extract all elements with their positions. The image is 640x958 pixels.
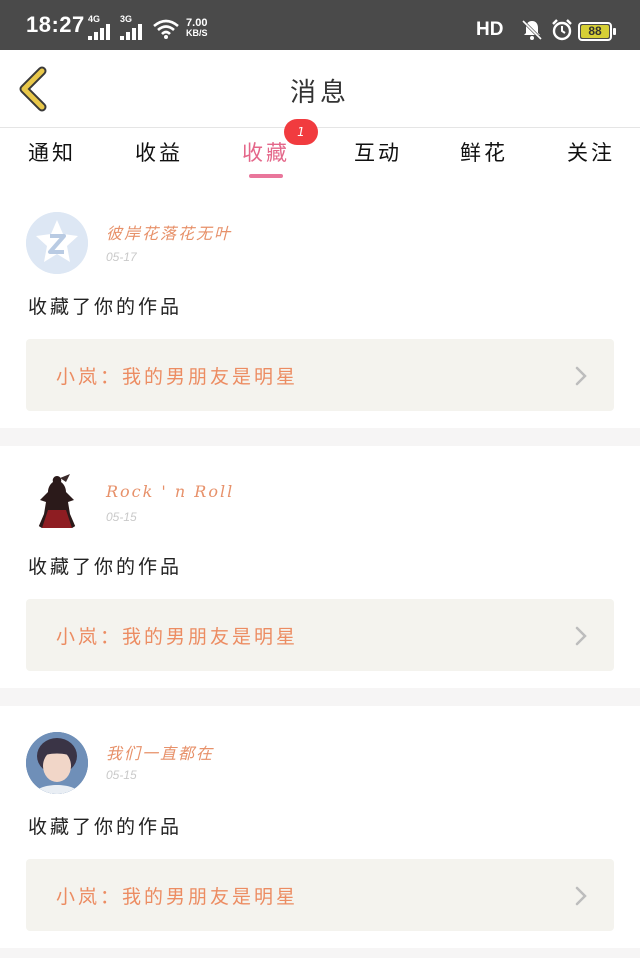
wifi-icon [153, 19, 179, 39]
tab-interactions[interactable]: 互动 [354, 137, 402, 167]
status-time: 18:27 [26, 12, 85, 37]
message-item[interactable]: 彼岸花落花无叶 05-17 收藏了你的作品 小岚：我的男朋友是明星 [0, 192, 640, 428]
battery-level: 88 [581, 25, 609, 38]
status-bar: 18:27 4G 3G 7.00 KB/S HD 88 [0, 0, 640, 50]
user-name[interactable]: 我们一直都在 [106, 740, 214, 764]
message-date: 05-17 [106, 250, 137, 264]
tab-bar: 通知 收益 收藏 1 互动 鲜花 关注 [0, 119, 640, 191]
divider [0, 428, 640, 446]
work-title: 小岚：我的男朋友是明星 [56, 886, 299, 908]
tab-favorites[interactable]: 收藏 [242, 137, 290, 167]
net-speed-unit: KB/S [186, 28, 208, 38]
action-text: 收藏了你的作品 [28, 816, 183, 838]
tab-flowers[interactable]: 鲜花 [460, 137, 508, 167]
app-header: 消息 [0, 50, 640, 128]
message-item[interactable]: Rock ' n Roll 05-15 收藏了你的作品 小岚：我的男朋友是明星 [0, 446, 640, 688]
tab-notifications[interactable]: 通知 [28, 137, 76, 167]
divider [0, 948, 640, 958]
net-speed: 7.00 KB/S [186, 17, 208, 39]
signal-4g-label: 4G [88, 14, 101, 24]
work-link[interactable]: 小岚：我的男朋友是明星 [26, 339, 614, 411]
work-link[interactable]: 小岚：我的男朋友是明星 [26, 599, 614, 671]
avatar[interactable] [26, 732, 88, 794]
chevron-right-icon [575, 366, 587, 386]
action-text: 收藏了你的作品 [28, 296, 183, 318]
work-link[interactable]: 小岚：我的男朋友是明星 [26, 859, 614, 931]
message-date: 05-15 [106, 510, 137, 524]
user-name[interactable]: Rock ' n Roll [106, 482, 234, 501]
work-title: 小岚：我的男朋友是明星 [56, 626, 299, 648]
active-tab-indicator [249, 174, 283, 178]
dark-figure-avatar [26, 470, 88, 532]
default-avatar-icon [26, 212, 88, 274]
tab-following[interactable]: 关注 [567, 137, 615, 167]
battery-icon: 88 [578, 22, 616, 41]
mute-icon [521, 19, 543, 41]
action-text: 收藏了你的作品 [28, 556, 183, 578]
work-title: 小岚：我的男朋友是明星 [56, 366, 299, 388]
message-item[interactable]: 我们一直都在 05-15 收藏了你的作品 小岚：我的男朋友是明星 [0, 706, 640, 948]
chevron-right-icon [575, 626, 587, 646]
signal-3g-label: 3G [120, 14, 133, 24]
chevron-right-icon [575, 886, 587, 906]
net-speed-value: 7.00 [186, 17, 208, 29]
page-title: 消息 [289, 78, 350, 108]
avatar[interactable] [26, 470, 88, 532]
divider [0, 688, 640, 706]
user-name[interactable]: 彼岸花落花无叶 [106, 220, 232, 244]
message-date: 05-15 [106, 768, 137, 782]
alarm-icon [552, 19, 572, 41]
avatar[interactable] [26, 212, 88, 274]
unread-badge: 1 [284, 119, 318, 145]
hd-label: HD [476, 19, 504, 40]
tab-earnings[interactable]: 收益 [135, 137, 183, 167]
photo-avatar [26, 732, 88, 794]
